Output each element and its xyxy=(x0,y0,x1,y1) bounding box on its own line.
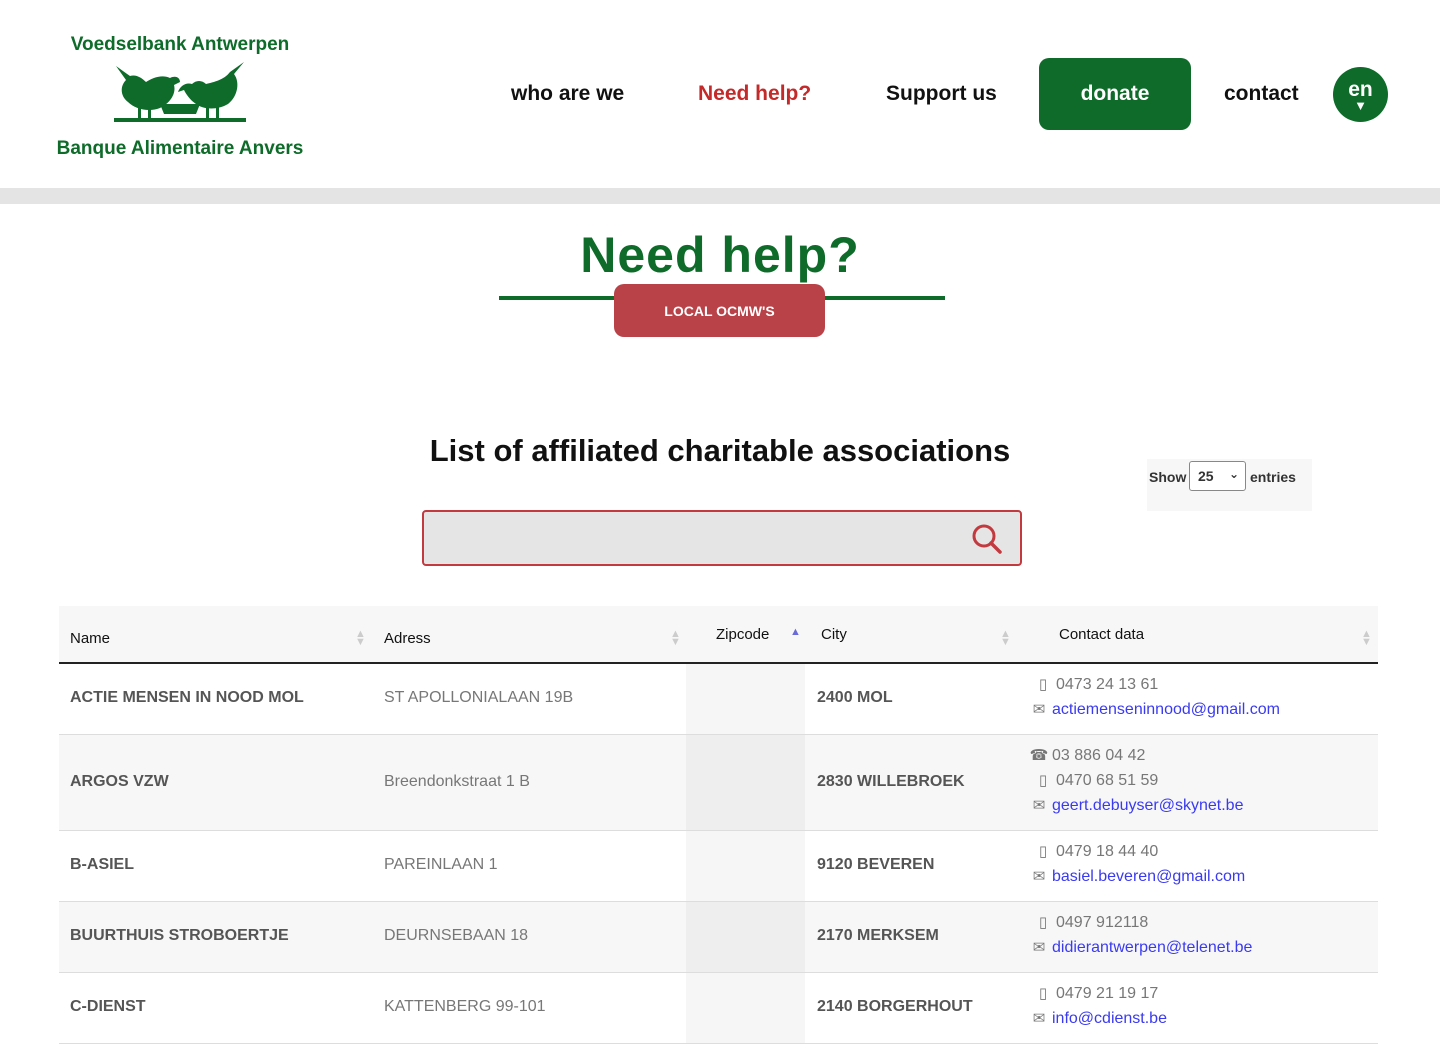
mobile-phone-icon: ▯ xyxy=(1038,985,1048,1002)
mobile-phone-icon: ▯ xyxy=(1038,914,1048,931)
column-header-city[interactable]: City xyxy=(821,626,847,643)
email-link[interactable]: basiel.beveren@gmail.com xyxy=(1052,868,1245,885)
envelope-icon: ✉ xyxy=(1032,1010,1046,1027)
mobile-line: ▯ 0479 21 19 17 xyxy=(1029,983,1167,1008)
mobile-number: 0497 912118 xyxy=(1056,914,1149,931)
logo-title-fr: Banque Alimentaire Anvers xyxy=(56,138,304,159)
envelope-icon: ✉ xyxy=(1032,701,1046,718)
association-name: BUURTHUIS STROBOERTJE xyxy=(70,927,289,944)
zipcode-cell xyxy=(686,831,805,901)
mobile-number: 0479 18 44 40 xyxy=(1056,843,1159,860)
language-switcher[interactable]: en ▼ xyxy=(1333,67,1388,122)
sort-icon[interactable]: ▲ ▼ xyxy=(670,629,681,648)
search-icon[interactable] xyxy=(972,524,1002,554)
email-link[interactable]: geert.debuyser@skynet.be xyxy=(1052,797,1243,814)
contact-data: ▯ 0473 24 13 61 ✉ actiemenseninnood@gmail.… xyxy=(1029,674,1280,724)
column-header-name[interactable]: Name xyxy=(70,630,110,647)
email-line: ✉ info@cdienst.be xyxy=(1029,1008,1167,1033)
email-link[interactable]: didierantwerpen@telenet.be xyxy=(1052,939,1252,956)
header-divider xyxy=(0,188,1440,204)
nav-contact[interactable]: contact xyxy=(1224,82,1299,106)
nav-who-are-we[interactable]: who are we xyxy=(511,82,624,106)
table-row: B-ASIEL PAREINLAAN 1 9120 BEVEREN ▯ 0479 … xyxy=(59,831,1378,902)
zipcode-cell xyxy=(686,902,805,972)
sort-icon[interactable]: ▲ ▼ xyxy=(1000,629,1011,648)
mobile-line: ▯ 0497 912118 xyxy=(1029,912,1252,937)
mobile-phone-icon: ▯ xyxy=(1038,843,1048,860)
caret-down-icon: ▼ xyxy=(1354,98,1367,113)
logo-title-nl: Voedselbank Antwerpen xyxy=(70,34,290,55)
email-line: ✉ didierantwerpen@telenet.be xyxy=(1029,937,1253,962)
column-header-address[interactable]: Adress xyxy=(384,630,431,647)
entries-select[interactable]: 25 ⌄ xyxy=(1189,461,1246,491)
association-name: B-ASIEL xyxy=(70,856,134,873)
mobile-line: ▯ 0479 18 44 40 xyxy=(1029,841,1245,866)
phone-line: ☎ 03 886 04 42 xyxy=(1029,745,1243,770)
association-address: PAREINLAAN 1 xyxy=(384,856,498,873)
contact-data: ☎ 03 886 04 42 ▯ 0470 68 51 59 ✉ geert.debu… xyxy=(1029,745,1244,820)
association-name: ARGOS VZW xyxy=(70,773,169,790)
table-row: ACTIE MENSEN IN NOOD MOL ST APOLLONIALAA… xyxy=(59,664,1378,735)
nav-need-help[interactable]: Need help? xyxy=(698,82,811,106)
chevron-down-icon: ⌄ xyxy=(1228,467,1239,481)
sort-icon[interactable]: ▲ ▼ xyxy=(355,629,366,648)
mobile-number: 0470 68 51 59 xyxy=(1056,772,1159,789)
contact-data: ▯ 0479 21 19 17 ✉ info@cdienst.be xyxy=(1029,983,1167,1033)
association-city: 2830 WILLEBROEK xyxy=(817,773,965,790)
column-header-zipcode[interactable]: Zipcode xyxy=(716,626,769,643)
entries-select-value: 25 xyxy=(1198,468,1214,484)
email-line: ✉ geert.debuyser@skynet.be xyxy=(1029,795,1244,820)
mobile-line: ▯ 0470 68 51 59 xyxy=(1029,770,1243,795)
email-link[interactable]: actiemenseninnood@gmail.com xyxy=(1052,701,1280,718)
table-header: Name ▲ ▼ Adress ▲ ▼ Zipcode ▲ City ▲ ▼ Cont… xyxy=(59,606,1378,664)
association-city: 2400 MOL xyxy=(817,689,893,706)
association-city: 2140 BORGERHOUT xyxy=(817,998,973,1015)
nav-support-us[interactable]: Support us xyxy=(886,82,997,106)
association-address: KATTENBERG 99-101 xyxy=(384,998,546,1015)
association-address: DEURNSEBAAN 18 xyxy=(384,927,529,944)
mobile-number: 0479 21 19 17 xyxy=(1056,985,1159,1002)
phone-number: 03 886 04 42 xyxy=(1052,747,1146,764)
sort-ascending-icon[interactable]: ▲ xyxy=(790,627,801,638)
association-city: 9120 BEVEREN xyxy=(817,856,935,873)
association-name: C-DIENST xyxy=(70,998,146,1015)
email-line: ✉ actiemenseninnood@gmail.com xyxy=(1029,699,1280,724)
envelope-icon: ✉ xyxy=(1032,939,1046,956)
site-logo[interactable]: Voedselbank Antwerpen Banque Alimentaire… xyxy=(40,30,320,170)
mobile-number: 0473 24 13 61 xyxy=(1056,676,1159,693)
mobile-phone-icon: ▯ xyxy=(1038,676,1048,693)
email-line: ✉ basiel.beveren@gmail.com xyxy=(1029,866,1246,891)
zipcode-cell xyxy=(686,735,805,830)
mobile-phone-icon: ▯ xyxy=(1038,772,1048,789)
envelope-icon: ✉ xyxy=(1032,797,1046,814)
association-address: Breendonkstraat 1 B xyxy=(384,773,530,790)
entries-label: entries xyxy=(1250,469,1296,485)
site-header: Voedselbank Antwerpen Banque Alimentaire… xyxy=(0,0,1440,188)
associations-table: Name ▲ ▼ Adress ▲ ▼ Zipcode ▲ City ▲ ▼ Cont… xyxy=(59,606,1378,1044)
zipcode-cell xyxy=(686,664,805,734)
birds-logo-icon xyxy=(114,62,246,122)
show-label: Show xyxy=(1149,469,1187,485)
table-row: C-DIENST KATTENBERG 99-101 2140 BORGERHO… xyxy=(59,973,1378,1044)
search-input[interactable] xyxy=(422,510,1022,566)
sort-icon[interactable]: ▲ ▼ xyxy=(1361,629,1372,648)
envelope-icon: ✉ xyxy=(1032,868,1046,885)
phone-icon: ☎ xyxy=(1029,747,1049,764)
page-title: Need help? xyxy=(580,227,860,283)
table-row: BUURTHUIS STROBOERTJE DEURNSEBAAN 18 217… xyxy=(59,902,1378,973)
association-address: ST APOLLONIALAAN 19B xyxy=(384,689,574,706)
column-header-contact[interactable]: Contact data xyxy=(1059,626,1144,643)
entries-length-control: Show 25 ⌄ entries xyxy=(1147,459,1312,511)
email-link[interactable]: info@cdienst.be xyxy=(1052,1010,1167,1027)
association-name: ACTIE MENSEN IN NOOD MOL xyxy=(70,689,304,706)
contact-data: ▯ 0497 912118 ✉ didierantwerpen@telenet.be xyxy=(1029,912,1253,962)
language-code: en xyxy=(1348,78,1373,101)
local-ocmw-button[interactable]: LOCAL OCMW'S xyxy=(614,284,825,337)
mobile-line: ▯ 0473 24 13 61 xyxy=(1029,674,1280,699)
zipcode-cell xyxy=(686,973,805,1043)
table-row: ARGOS VZW Breendonkstraat 1 B 2830 WILLE… xyxy=(59,735,1378,831)
contact-data: ▯ 0479 18 44 40 ✉ basiel.beveren@gmail.com xyxy=(1029,841,1246,891)
association-city: 2170 MERKSEM xyxy=(817,927,939,944)
donate-button[interactable]: donate xyxy=(1039,58,1191,130)
